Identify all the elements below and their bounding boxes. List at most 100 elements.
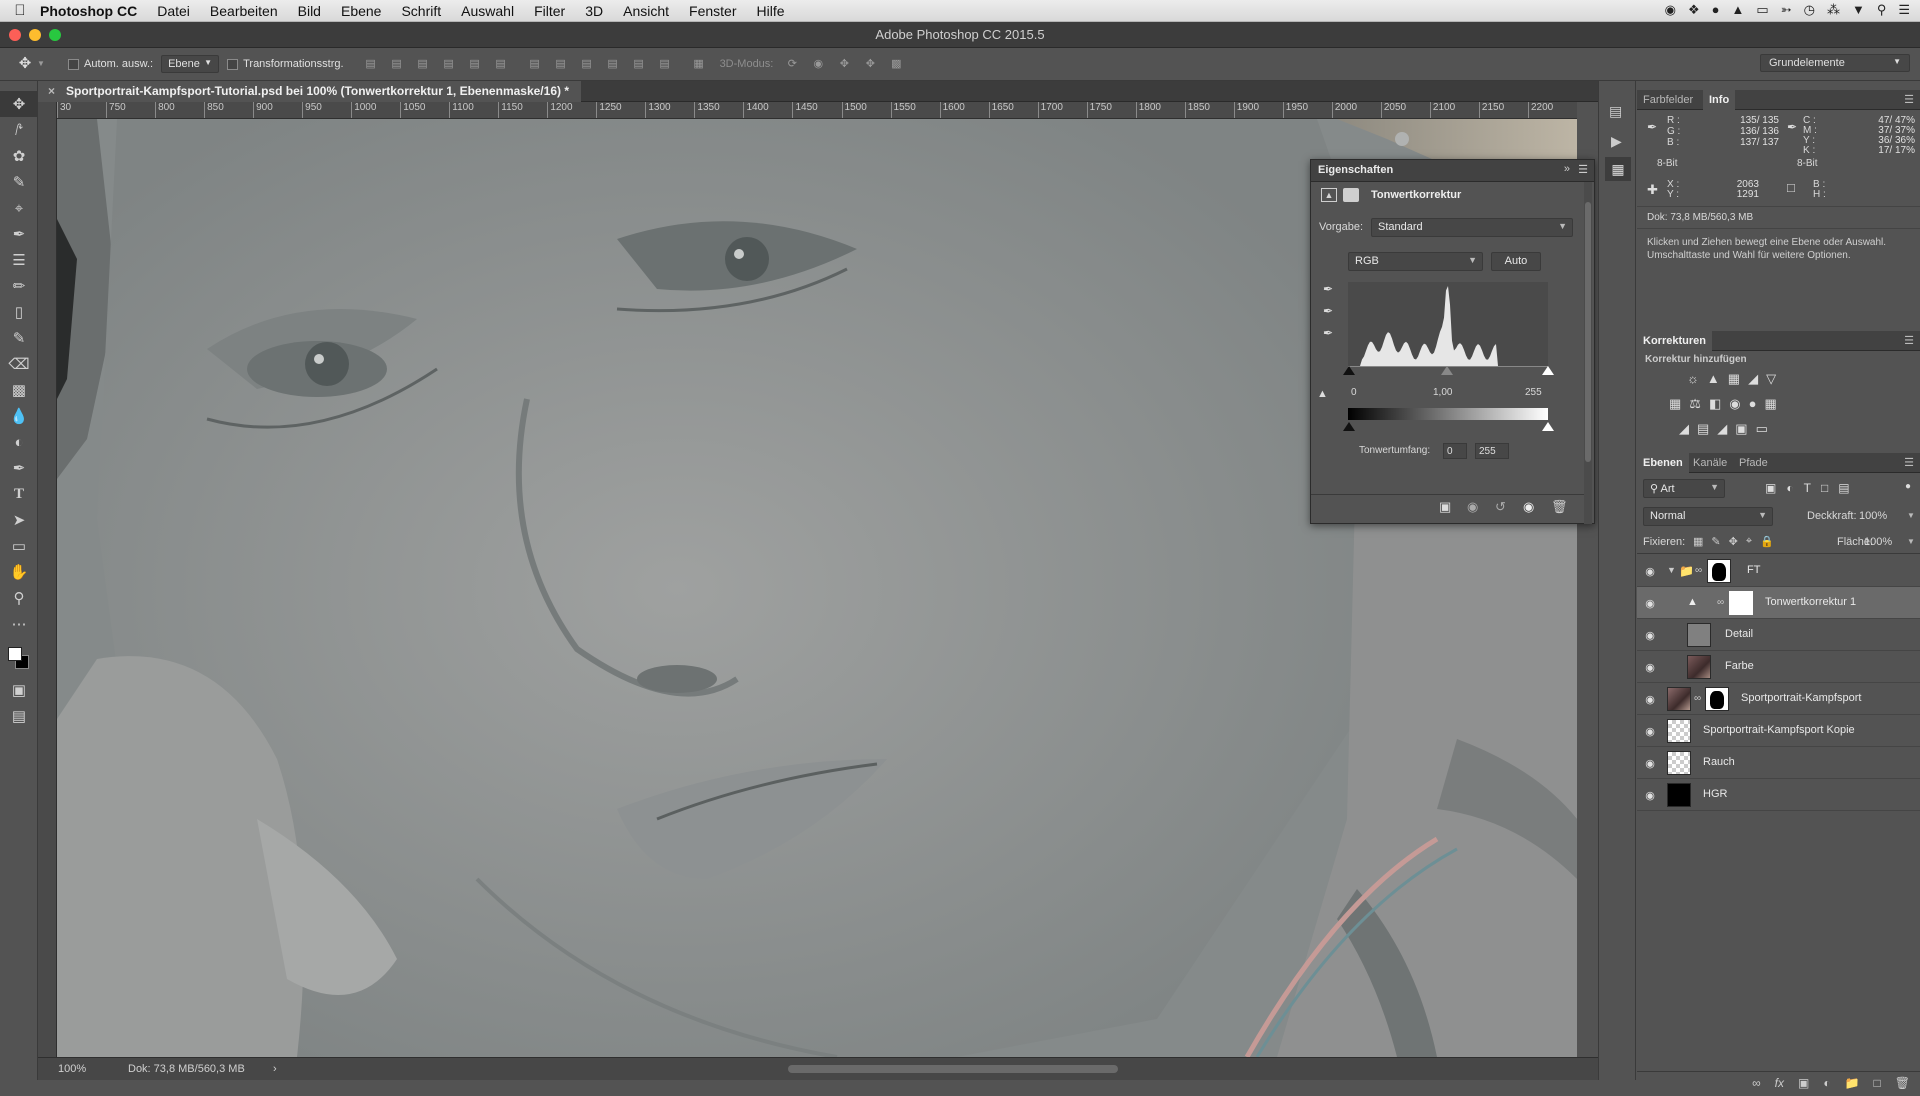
link-layers-icon[interactable]: ∞ xyxy=(1752,1076,1761,1090)
lock-all-icon[interactable]: 🔒 xyxy=(1760,535,1774,548)
visibility-eye-icon[interactable]: ◉ xyxy=(1642,757,1658,770)
properties-panel-icon[interactable]: ▦ xyxy=(1605,157,1631,181)
properties-scrollbar[interactable] xyxy=(1584,182,1592,524)
stamp-tool-icon[interactable]: ▯ xyxy=(0,299,38,325)
input-gamma-value[interactable]: 1,00 xyxy=(1433,387,1452,398)
3d-roll-icon[interactable]: ◉ xyxy=(811,58,825,70)
tab-info[interactable]: Info xyxy=(1703,90,1736,110)
screen-mode-icon[interactable]: ▤ xyxy=(0,703,38,729)
invert-icon[interactable]: ◢ xyxy=(1679,421,1689,437)
color-lookup-icon[interactable]: ▦ xyxy=(1764,396,1776,412)
layer-row-detail[interactable]: ◉ Detail xyxy=(1637,619,1920,651)
drive-icon[interactable]: ▲ xyxy=(1732,2,1745,18)
workspace-dropdown[interactable]: Grundelemente ▼ xyxy=(1760,54,1910,72)
hand-tool-icon[interactable]: ✋ xyxy=(0,559,38,585)
align-top-icon[interactable]: ▤ xyxy=(364,58,378,70)
healing-brush-tool-icon[interactable]: ☰ xyxy=(0,247,38,273)
layer-row-sportportrait[interactable]: ◉ ∞ Sportportrait-Kampfsport xyxy=(1637,683,1920,715)
blur-tool-icon[interactable]: 💧 xyxy=(0,403,38,429)
layer-mask-thumbnail[interactable] xyxy=(1729,591,1753,615)
output-black-slider[interactable] xyxy=(1343,422,1355,431)
smart-object-filter-icon[interactable]: ▤ xyxy=(1838,481,1849,495)
horizontal-scrollbar[interactable] xyxy=(788,1065,1118,1073)
layer-row-rauch[interactable]: ◉ Rauch xyxy=(1637,747,1920,779)
blend-mode-dropdown[interactable]: Normal ▼ xyxy=(1643,507,1773,526)
layer-mask-thumbnail[interactable] xyxy=(1707,559,1731,583)
visibility-eye-icon[interactable]: ◉ xyxy=(1642,725,1658,738)
layer-row-farbe[interactable]: ◉ Farbe xyxy=(1637,651,1920,683)
align-bottom-icon[interactable]: ▤ xyxy=(416,58,430,70)
wifi-icon[interactable]: ▼ xyxy=(1852,2,1865,18)
menu-ansicht[interactable]: Ansicht xyxy=(623,3,669,19)
app-menu[interactable]: Photoshop CC xyxy=(40,3,137,19)
menu-bearbeiten[interactable]: Bearbeiten xyxy=(210,3,278,19)
align-left-icon[interactable]: ▤ xyxy=(442,58,456,70)
more-tools-icon[interactable]: ⋯ xyxy=(0,611,38,637)
auto-select-dropdown[interactable]: Ebene ▼ xyxy=(161,55,220,73)
layer-thumbnail[interactable] xyxy=(1667,687,1691,711)
panel-menu-icon[interactable]: ☰ xyxy=(1578,163,1588,176)
panel-menu-icon[interactable]: ☰ xyxy=(1904,93,1914,106)
menu-3d[interactable]: 3D xyxy=(585,3,603,19)
script-icon[interactable]: ➳ xyxy=(1781,2,1792,18)
shape-filter-icon[interactable]: □ xyxy=(1821,481,1828,495)
brush-tool-icon[interactable]: ✏ xyxy=(0,273,38,299)
visibility-eye-icon[interactable]: ◉ xyxy=(1642,661,1658,674)
output-black-field[interactable]: 0 xyxy=(1443,443,1467,459)
photo-filter-icon[interactable]: ◉ xyxy=(1729,396,1740,412)
chevron-down-icon[interactable]: ▼ xyxy=(1907,511,1915,520)
visibility-eye-icon[interactable]: ◉ xyxy=(1642,629,1658,642)
history-panel-icon[interactable]: ▤ xyxy=(1609,103,1622,120)
tab-korrekturen[interactable]: Korrekturen xyxy=(1637,331,1712,351)
output-white-slider[interactable] xyxy=(1542,422,1554,431)
chain-link-icon[interactable]: ∞ xyxy=(1695,565,1702,576)
white-point-eyedropper-icon[interactable]: ✒ xyxy=(1323,326,1333,340)
tab-ebenen[interactable]: Ebenen xyxy=(1637,453,1689,473)
panel-menu-icon[interactable]: ☰ xyxy=(1904,334,1914,347)
zoom-level[interactable]: 100% xyxy=(58,1058,86,1080)
selective-color-icon[interactable]: ▣ xyxy=(1735,421,1747,437)
reset-icon[interactable]: ↺ xyxy=(1495,499,1506,515)
gray-point-eyedropper-icon[interactable]: ✒ xyxy=(1323,304,1333,318)
zoom-window-button[interactable] xyxy=(49,29,61,41)
vibrance-icon[interactable]: ▽ xyxy=(1766,371,1776,387)
cc-icon[interactable]: ● xyxy=(1712,2,1720,18)
history-brush-tool-icon[interactable]: ✎ xyxy=(0,325,38,351)
layer-row-sportportrait-kopie[interactable]: ◉ Sportportrait-Kampfsport Kopie xyxy=(1637,715,1920,747)
horizontal-ruler[interactable]: 30 750 800 850 900 950 1000 1050 1100 1150 1200 125… xyxy=(57,102,1577,119)
input-white-slider[interactable] xyxy=(1542,366,1554,375)
mask-icon[interactable] xyxy=(1343,188,1359,202)
gradient-map-icon[interactable]: ▭ xyxy=(1756,421,1768,437)
preset-dropdown[interactable]: Standard ▼ xyxy=(1371,218,1573,237)
group-expand-chevron-icon[interactable]: ▼ xyxy=(1667,565,1676,575)
visibility-eye-icon[interactable]: ◉ xyxy=(1642,693,1658,706)
layer-thumbnail[interactable] xyxy=(1687,623,1711,647)
distribute-top-icon[interactable]: ▤ xyxy=(528,58,542,70)
menu-ebene[interactable]: Ebene xyxy=(341,3,381,19)
chain-link-icon[interactable]: ∞ xyxy=(1717,597,1724,608)
layer-thumbnail[interactable] xyxy=(1667,751,1691,775)
collapse-panel-icon[interactable]: » xyxy=(1564,163,1570,175)
tab-kanaele[interactable]: Kanäle xyxy=(1687,453,1733,473)
tab-farbfelder[interactable]: Farbfelder xyxy=(1637,90,1699,110)
lock-pixels-icon[interactable]: ✎ xyxy=(1711,535,1720,548)
layer-row-tonwertkorrektur[interactable]: ◉ ▲ ∞ Tonwertkorrektur 1 xyxy=(1637,587,1920,619)
document-tab[interactable]: × Sportportrait-Kampfsport-Tutorial.psd … xyxy=(38,81,581,102)
view-previous-state-icon[interactable]: ◉ xyxy=(1467,499,1478,515)
layer-thumbnail[interactable] xyxy=(1687,655,1711,679)
3d-scale-icon[interactable]: ▩ xyxy=(889,58,903,70)
align-hcenter-icon[interactable]: ▤ xyxy=(468,58,482,70)
delete-trash-icon[interactable]: 🗑 xyxy=(1551,499,1568,515)
input-black-slider[interactable] xyxy=(1343,366,1355,375)
dodge-tool-icon[interactable]: ◐ xyxy=(0,429,38,455)
auto-align-icon[interactable]: ▦ xyxy=(692,58,706,70)
type-filter-icon[interactable]: T xyxy=(1804,481,1811,495)
move-tool-icon[interactable]: ✥ xyxy=(18,56,32,71)
crop-tool-icon[interactable]: ⌖ xyxy=(0,195,38,221)
layer-thumbnail[interactable] xyxy=(1667,783,1691,807)
layer-style-fx-icon[interactable]: fx xyxy=(1775,1076,1784,1090)
distribute-hcenter-icon[interactable]: ▤ xyxy=(632,58,646,70)
minimize-window-button[interactable] xyxy=(29,29,41,41)
tab-pfade[interactable]: Pfade xyxy=(1733,453,1774,473)
menu-filter[interactable]: Filter xyxy=(534,3,565,19)
